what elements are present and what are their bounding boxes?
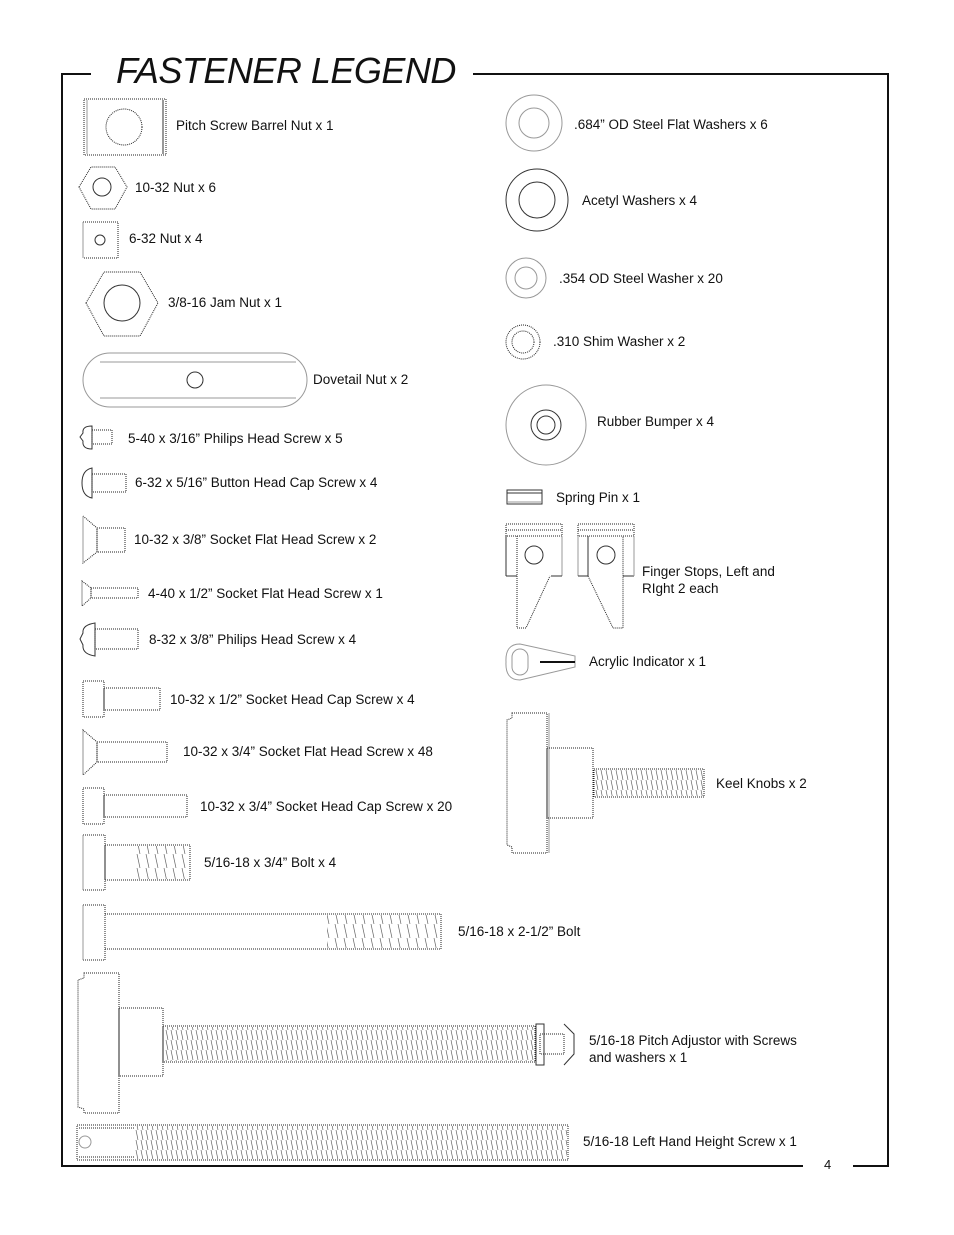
flat-head-screw-icon: [82, 728, 168, 777]
socket-cap-screw-label: 10-32 x 1/2” Socket Head Cap Screw x 4: [170, 692, 415, 707]
height-screw-label: 5/16-18 Left Hand Height Screw x 1: [583, 1134, 797, 1149]
steel-washer-label: .354 OD Steel Washer x 20: [559, 271, 723, 286]
acrylic-indicator-icon: [505, 643, 576, 681]
square-nut-icon: [82, 221, 119, 259]
bolt-label: 5/16-18 x 3/4” Bolt x 4: [204, 855, 337, 870]
long-bolt-label: 5/16-18 x 2-1/2” Bolt: [458, 924, 581, 939]
philips-screw-label: 8-32 x 3/8” Philips Head Screw x 4: [149, 632, 357, 647]
dovetail-nut-icon: [82, 352, 308, 408]
flat-head-screw-label: 10-32 x 3/8” Socket Flat Head Screw x 2: [134, 532, 377, 547]
hex-nut-icon: [78, 166, 128, 210]
dovetail-nut-label: Dovetail Nut x 2: [313, 372, 409, 387]
acetyl-washer-label: Acetyl Washers x 4: [582, 193, 698, 208]
barrel-nut-label: Pitch Screw Barrel Nut x 1: [176, 118, 334, 133]
spring-pin-icon: [506, 489, 543, 505]
long-bolt-icon: [82, 904, 442, 961]
philips-screw-icon: [79, 425, 113, 450]
socket-cap-screw-icon: [82, 787, 188, 825]
rubber-bumper-label: Rubber Bumper x 4: [597, 414, 715, 429]
barrel-nut-icon: [83, 98, 167, 156]
flat-head-screw-icon: [81, 579, 139, 608]
flat-washer-label: .684” OD Steel Flat Washers x 6: [574, 117, 768, 132]
acetyl-washer-icon: [505, 168, 569, 232]
pitch-adjustor-label-line2: and washers x 1: [589, 1050, 688, 1065]
square-nut-label: 6-32 Nut x 4: [129, 231, 203, 246]
flat-head-screw-label: 4-40 x 1/2” Socket Flat Head Screw x 1: [148, 586, 383, 601]
finger-stops-label-line2: RIght 2 each: [642, 581, 719, 596]
button-head-screw-label: 6-32 x 5/16” Button Head Cap Screw x 4: [135, 475, 378, 490]
bolt-icon: [82, 834, 191, 891]
height-screw-icon: [76, 1124, 569, 1161]
keel-knob-icon: [506, 712, 705, 854]
jam-nut-label: 3/8-16 Jam Nut x 1: [168, 295, 283, 310]
acrylic-indicator-label: Acrylic Indicator x 1: [589, 654, 707, 669]
philips-screw-icon: [79, 622, 139, 657]
socket-cap-screw-icon: [82, 680, 161, 718]
flat-washer-icon: [505, 94, 563, 152]
pitch-adjustor-label-line1: 5/16-18 Pitch Adjustor with Screws: [589, 1033, 797, 1048]
flat-head-screw-label: 10-32 x 3/4” Socket Flat Head Screw x 48: [183, 744, 433, 759]
pitch-adjustor-icon: [77, 972, 575, 1114]
socket-cap-screw-label: 10-32 x 3/4” Socket Head Cap Screw x 20: [200, 799, 453, 814]
button-head-screw-icon: [81, 467, 127, 499]
spring-pin-label: Spring Pin x 1: [556, 490, 641, 505]
finger-stops-icon: [505, 523, 635, 629]
philips-screw-label: 5-40 x 3/16” Philips Head Screw x 5: [128, 431, 343, 446]
flat-head-screw-icon: [82, 514, 126, 565]
steel-washer-icon: [505, 257, 547, 299]
shim-washer-icon: [505, 324, 541, 360]
keel-knob-label: Keel Knobs x 2: [716, 776, 807, 791]
finger-stops-label-line1: Finger Stops, Left and: [642, 564, 775, 579]
hex-nut-label: 10-32 Nut x 6: [135, 180, 217, 195]
rubber-bumper-icon: [505, 384, 587, 466]
shim-washer-label: .310 Shim Washer x 2: [553, 334, 686, 349]
jam-nut-icon: [85, 271, 159, 337]
